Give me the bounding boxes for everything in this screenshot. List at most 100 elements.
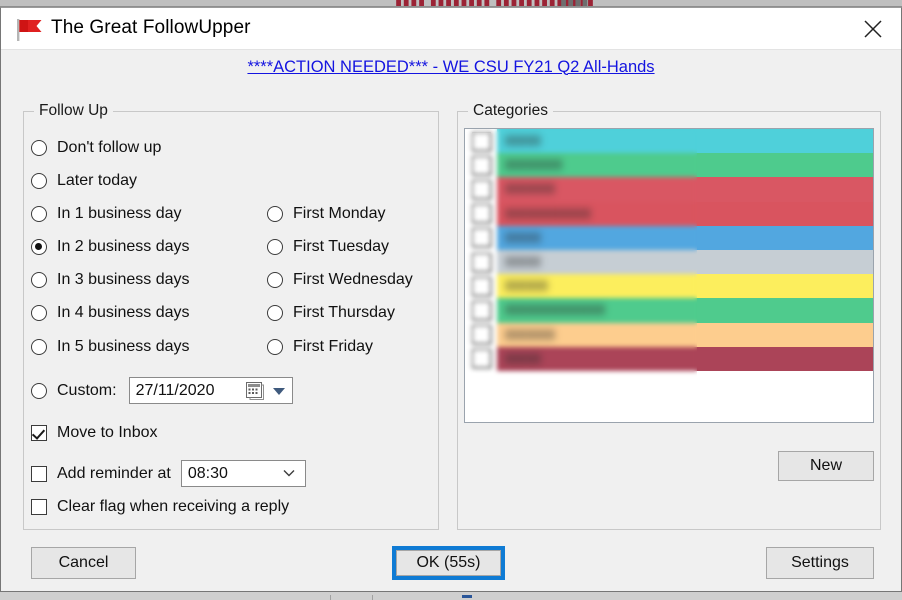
category-color-band: ▮▮▮▮▮▮	[497, 274, 873, 299]
radio-label: In 1 business day	[57, 205, 182, 222]
checkbox-label: Move to Inbox	[57, 424, 158, 441]
cancel-button[interactable]: Cancel	[31, 547, 136, 579]
radio-in-4-business-days[interactable]: In 4 business days	[31, 304, 190, 322]
checkbox-move-to-inbox[interactable]: Move to Inbox	[31, 424, 158, 442]
radio-label: First Thursday	[293, 304, 395, 321]
category-checkbox-cell[interactable]	[465, 177, 497, 202]
category-row[interactable]: ▮▮▮▮▮▮▮▮	[465, 153, 873, 178]
category-color-band: ▮▮▮▮▮	[497, 129, 873, 154]
checkbox-indicator	[471, 131, 491, 151]
radio-in-2-business-days[interactable]: In 2 business days	[31, 238, 190, 256]
category-checkbox-cell[interactable]	[465, 249, 497, 275]
custom-date-value: 27/11/2020	[135, 381, 215, 399]
category-row[interactable]: ▮▮▮▮▮▮▮	[465, 177, 873, 202]
categories-list[interactable]: ▮▮▮▮▮ ▮▮▮▮▮▮▮▮ ▮▮▮▮▮▮▮ ▮▮▮▮▮▮▮▮▮▮▮▮ ▮▮▮▮…	[464, 128, 874, 423]
checkbox-clear-flag-on-reply[interactable]: Clear flag when receiving a reply	[31, 498, 289, 516]
custom-date-input[interactable]: 27/11/2020	[128, 377, 293, 404]
category-checkbox-cell[interactable]	[465, 225, 497, 250]
background-window-strip: ▮▮▮▮ ▮▮▮▮▮▮▮▮ ▮▮▮▮▮▮▮▮▮▮▮▮▮ ▮▮▮▮	[0, 0, 902, 7]
category-checkbox-cell[interactable]	[465, 201, 497, 226]
category-checkbox-cell[interactable]	[465, 346, 497, 371]
checkbox-indicator	[471, 155, 491, 175]
category-row[interactable]: ▮▮▮▮▮	[465, 249, 873, 275]
radio-in-1-business-day[interactable]: In 1 business day	[31, 205, 182, 223]
category-row[interactable]: ▮▮▮▮▮▮▮▮▮▮▮▮	[465, 201, 873, 226]
red-flag-icon	[17, 19, 42, 41]
radio-label: First Friday	[293, 338, 373, 355]
category-label: ▮▮▮▮▮▮▮▮▮▮▮▮▮▮	[505, 301, 606, 317]
radio-first-friday[interactable]: First Friday	[267, 338, 373, 356]
checkbox-indicator	[471, 204, 491, 224]
radio-first-wednesday[interactable]: First Wednesday	[267, 271, 413, 289]
checkbox-indicator	[31, 499, 47, 515]
radio-indicator	[267, 239, 283, 255]
radio-later-today[interactable]: Later today	[31, 172, 137, 190]
categories-group-title: Categories	[468, 102, 553, 120]
radio-in-3-business-days[interactable]: In 3 business days	[31, 271, 190, 289]
category-color-band: ▮▮▮▮▮	[497, 346, 873, 371]
radio-custom[interactable]	[31, 382, 47, 399]
radio-first-thursday[interactable]: First Thursday	[267, 304, 395, 322]
checkbox-indicator-checked	[31, 425, 47, 441]
checkbox-indicator	[471, 349, 491, 369]
radio-label: Later today	[57, 172, 138, 189]
custom-label: Custom:	[57, 381, 117, 399]
category-color-band: ▮▮▮▮▮▮▮	[497, 322, 873, 347]
checkbox-indicator	[31, 465, 47, 482]
calendar-icon[interactable]	[245, 382, 264, 400]
category-checkbox-cell[interactable]	[465, 153, 497, 178]
category-color-band: ▮▮▮▮▮▮▮	[497, 177, 873, 202]
ok-button[interactable]: OK (55s)	[396, 550, 501, 576]
category-row[interactable]: ▮▮▮▮▮▮▮	[465, 322, 873, 347]
reminder-time-select[interactable]: 08:30	[180, 460, 306, 487]
reminder-time-value: 08:30	[187, 464, 228, 482]
subject-link[interactable]: ****ACTION NEEDED*** - WE CSU FY21 Q2 Al…	[247, 58, 654, 77]
category-row[interactable]: ▮▮▮▮▮▮▮▮▮▮▮▮▮▮	[465, 298, 873, 323]
category-label: ▮▮▮▮▮▮	[505, 277, 548, 293]
dropdown-arrow-icon[interactable]	[272, 388, 285, 395]
window-title: The Great FollowUpper	[51, 17, 251, 38]
radio-in-5-business-days[interactable]: In 5 business days	[31, 338, 190, 356]
radio-label: In 5 business days	[57, 338, 190, 355]
category-checkbox-cell[interactable]	[465, 298, 497, 323]
checkbox-label: Clear flag when receiving a reply	[57, 498, 290, 515]
radio-indicator	[267, 339, 283, 355]
radio-label: Don't follow up	[57, 139, 162, 156]
category-color-band: ▮▮▮▮▮▮▮▮▮▮▮▮▮▮	[497, 298, 873, 323]
radio-dont-follow-up[interactable]: Don't follow up	[31, 139, 161, 157]
category-checkbox-cell[interactable]	[465, 274, 497, 299]
radio-indicator	[31, 272, 47, 288]
category-checkbox-cell[interactable]	[465, 129, 497, 154]
checkbox-indicator	[471, 228, 491, 248]
radio-indicator	[267, 272, 283, 288]
category-label: ▮▮▮▮▮	[505, 252, 541, 268]
close-button[interactable]	[845, 8, 901, 49]
radio-indicator	[31, 140, 47, 156]
radio-label: In 2 business days	[57, 238, 190, 255]
radio-label: First Tuesday	[293, 238, 390, 255]
category-label: ▮▮▮▮▮	[505, 132, 541, 147]
checkbox-add-reminder[interactable]: Add reminder at 08:30	[31, 460, 306, 487]
radio-indicator-selected	[31, 239, 47, 255]
chevron-down-icon	[283, 470, 295, 477]
category-checkbox-cell[interactable]	[465, 322, 497, 347]
subject-row: ****ACTION NEEDED*** - WE CSU FY21 Q2 Al…	[1, 50, 901, 84]
category-row[interactable]: ▮▮▮▮▮	[465, 346, 873, 371]
radio-indicator	[31, 339, 47, 355]
radio-first-tuesday[interactable]: First Tuesday	[267, 238, 389, 256]
radio-first-monday[interactable]: First Monday	[267, 205, 385, 223]
settings-button[interactable]: Settings	[766, 547, 874, 579]
category-label: ▮▮▮▮▮	[505, 349, 541, 365]
category-row[interactable]: ▮▮▮▮▮	[465, 129, 873, 154]
custom-date-row: Custom: 27/11/2020	[31, 377, 293, 404]
checkbox-indicator	[471, 276, 491, 296]
category-label: ▮▮▮▮▮▮▮▮	[505, 156, 563, 172]
category-row[interactable]: ▮▮▮▮▮▮	[465, 274, 873, 299]
close-icon	[864, 19, 882, 38]
category-color-band: ▮▮▮▮▮▮▮▮▮▮▮▮	[497, 201, 873, 226]
category-label: ▮▮▮▮▮▮▮	[505, 180, 556, 196]
checkbox-indicator	[471, 300, 491, 320]
new-category-button[interactable]: New	[778, 451, 874, 481]
background-bottom-strip	[0, 592, 902, 600]
category-row[interactable]: ▮▮▮▮▮	[465, 225, 873, 250]
